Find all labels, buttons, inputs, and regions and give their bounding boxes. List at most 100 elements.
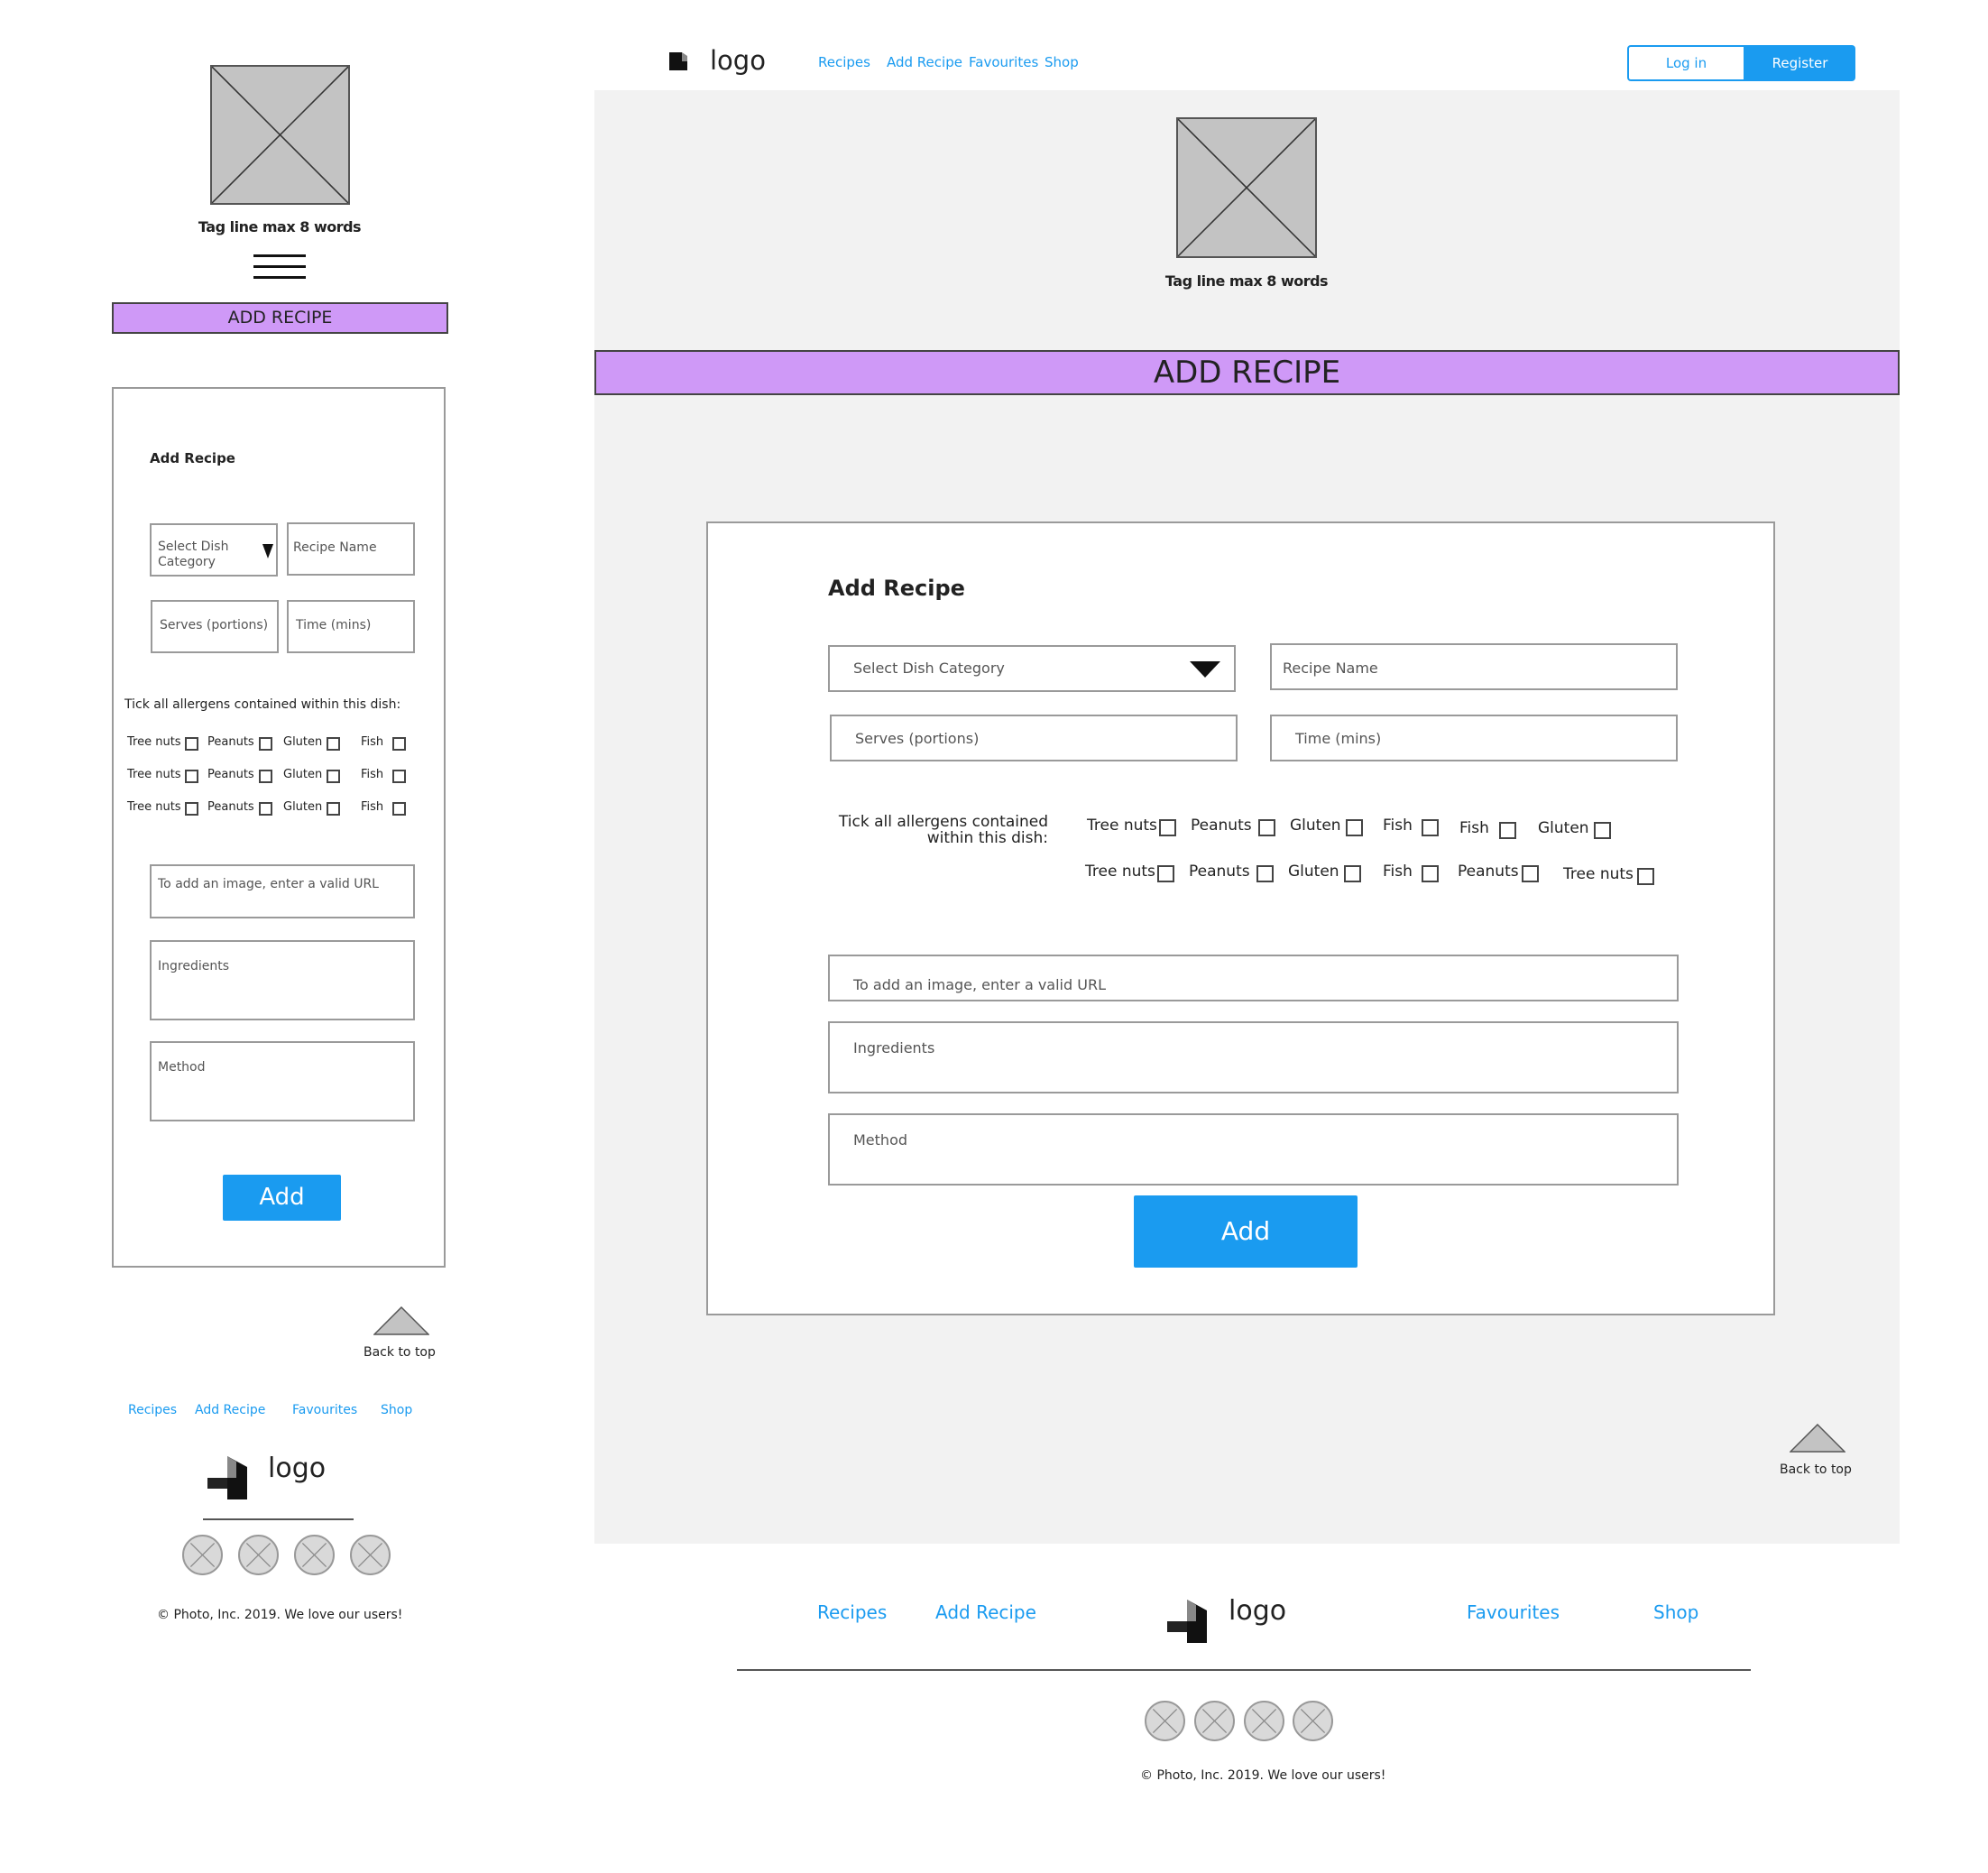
desktop-allergen-checkbox[interactable]	[1344, 865, 1361, 882]
social-icon-1[interactable]	[1145, 1701, 1185, 1741]
mobile-dish-category-select[interactable]: Select Dish Category	[150, 523, 278, 577]
desktop-allergen-checkbox[interactable]	[1258, 819, 1275, 836]
desktop-back-to-top[interactable]: Back to top	[1777, 1424, 1858, 1480]
mobile-serves-input[interactable]: Serves (portions)	[151, 600, 279, 653]
mobile-method-textarea[interactable]: Method	[150, 1041, 415, 1121]
mobile-banner-title: ADD RECIPE	[227, 308, 333, 328]
mobile-time-input[interactable]: Time (mins)	[287, 600, 415, 653]
mobile-ingredients-placeholder: Ingredients	[158, 959, 229, 973]
desktop-allergen-checkbox[interactable]	[1594, 822, 1611, 839]
mobile-allergen-label: Fish	[361, 800, 384, 814]
desktop-image-url-input[interactable]: To add an image, enter a valid URL	[828, 955, 1679, 1001]
social-icon-3[interactable]	[1244, 1701, 1284, 1741]
mobile-back-to-top[interactable]: Back to top	[361, 1306, 442, 1362]
desktop-allergen-label: Peanuts	[1458, 863, 1519, 881]
header-logo-text: logo	[710, 45, 766, 76]
chevron-down-icon	[1190, 661, 1220, 678]
mobile-allergen-label: Gluten	[283, 768, 323, 781]
desktop-tagline: Tag line max 8 words	[1164, 272, 1329, 290]
desktop-footer-link-add-recipe[interactable]: Add Recipe	[935, 1601, 1036, 1623]
desktop-allergen-checkbox[interactable]	[1637, 868, 1654, 885]
mobile-allergen-checkbox[interactable]	[259, 737, 272, 751]
desktop-footer-link-shop[interactable]: Shop	[1653, 1601, 1698, 1623]
mobile-banner: ADD RECIPE	[112, 302, 448, 334]
desktop-add-button[interactable]: Add	[1134, 1195, 1358, 1268]
mobile-serves-placeholder: Serves (portions)	[160, 618, 269, 632]
desktop-banner-title: ADD RECIPE	[1153, 355, 1341, 391]
mobile-recipe-name-input[interactable]: Recipe Name	[287, 522, 415, 576]
mobile-add-button[interactable]: Add	[223, 1175, 341, 1221]
mobile-ingredients-textarea[interactable]: Ingredients	[150, 940, 415, 1020]
mobile-allergen-checkbox[interactable]	[259, 802, 272, 816]
mobile-image-url-input[interactable]: To add an image, enter a valid URL	[150, 864, 415, 918]
desktop-footer-logo-icon	[1167, 1600, 1207, 1643]
nav-link-add-recipe[interactable]: Add Recipe	[887, 54, 962, 70]
desktop-allergen-label: Tree nuts	[1085, 863, 1155, 881]
desktop-allergen-label: Peanuts	[1189, 863, 1250, 881]
mobile-allergen-label: Fish	[361, 735, 384, 749]
mobile-footer-link-add-recipe[interactable]: Add Recipe	[195, 1403, 265, 1417]
mobile-allergen-label: Tree nuts	[127, 768, 181, 781]
nav-link-favourites[interactable]: Favourites	[969, 54, 1038, 70]
desktop-allergen-checkbox[interactable]	[1499, 822, 1516, 839]
nav-link-shop[interactable]: Shop	[1045, 54, 1079, 70]
mobile-allergen-checkbox[interactable]	[392, 802, 406, 816]
desktop-time-placeholder: Time (mins)	[1295, 730, 1382, 747]
mobile-allergen-checkbox[interactable]	[327, 802, 340, 816]
login-button-label: Log in	[1665, 55, 1707, 71]
desktop-method-placeholder: Method	[853, 1131, 908, 1149]
mobile-allergen-label: Gluten	[283, 800, 323, 814]
desktop-add-button-label: Add	[1220, 1216, 1271, 1246]
desktop-allergen-checkbox[interactable]	[1346, 819, 1363, 836]
hamburger-menu-icon[interactable]	[253, 253, 306, 280]
mobile-allergen-checkbox[interactable]	[327, 737, 340, 751]
desktop-footer-link-favourites[interactable]: Favourites	[1467, 1601, 1560, 1623]
desktop-recipe-name-input[interactable]: Recipe Name	[1270, 643, 1678, 690]
social-icon-3[interactable]	[294, 1535, 335, 1575]
up-arrow-icon	[1790, 1424, 1845, 1453]
social-icon-2[interactable]	[1194, 1701, 1235, 1741]
desktop-serves-input[interactable]: Serves (portions)	[830, 715, 1238, 761]
mobile-allergen-label: Gluten	[283, 735, 323, 749]
desktop-allergen-label: Fish	[1383, 863, 1413, 881]
mobile-form-title: Add Recipe	[150, 450, 235, 466]
mobile-allergen-checkbox[interactable]	[392, 737, 406, 751]
desktop-copyright: © Photo, Inc. 2019. We love our users!	[1140, 1768, 1386, 1783]
desktop-allergen-label: Tree nuts	[1087, 817, 1157, 835]
login-button[interactable]: Log in	[1627, 45, 1745, 81]
mobile-footer-link-recipes[interactable]: Recipes	[128, 1403, 177, 1417]
mobile-recipe-name-placeholder: Recipe Name	[293, 540, 377, 555]
desktop-allergen-checkbox[interactable]	[1422, 865, 1439, 882]
mobile-allergen-checkbox[interactable]	[185, 770, 198, 783]
desktop-ingredients-textarea[interactable]: Ingredients	[828, 1021, 1679, 1093]
mobile-allergen-checkbox[interactable]	[185, 737, 198, 751]
desktop-allergen-checkbox[interactable]	[1422, 819, 1439, 836]
mobile-allergen-label: Peanuts	[207, 735, 254, 749]
mobile-allergen-checkbox[interactable]	[392, 770, 406, 783]
mobile-allergen-checkbox[interactable]	[259, 770, 272, 783]
mobile-allergen-checkbox[interactable]	[185, 802, 198, 816]
desktop-allergen-checkbox[interactable]	[1256, 865, 1274, 882]
mobile-method-placeholder: Method	[158, 1060, 206, 1075]
desktop-method-textarea[interactable]: Method	[828, 1113, 1679, 1186]
desktop-time-input[interactable]: Time (mins)	[1270, 715, 1678, 761]
social-icon-4[interactable]	[350, 1535, 391, 1575]
desktop-allergen-label: Gluten	[1288, 863, 1339, 881]
desktop-allergen-checkbox[interactable]	[1157, 865, 1174, 882]
desktop-dish-category-select[interactable]: Select Dish Category	[828, 645, 1236, 692]
register-button[interactable]: Register	[1744, 45, 1855, 81]
desktop-recipe-name-placeholder: Recipe Name	[1283, 660, 1378, 677]
desktop-allergen-label: Tree nuts	[1563, 865, 1634, 883]
desktop-allergen-checkbox[interactable]	[1522, 865, 1539, 882]
up-arrow-icon	[373, 1306, 429, 1335]
nav-link-recipes[interactable]: Recipes	[818, 54, 870, 70]
social-icon-4[interactable]	[1293, 1701, 1333, 1741]
desktop-footer-link-recipes[interactable]: Recipes	[817, 1601, 887, 1623]
social-icon-2[interactable]	[238, 1535, 279, 1575]
mobile-footer-link-shop[interactable]: Shop	[381, 1403, 412, 1417]
chevron-down-icon	[262, 544, 273, 558]
mobile-footer-link-favourites[interactable]: Favourites	[292, 1403, 357, 1417]
social-icon-1[interactable]	[182, 1535, 223, 1575]
mobile-allergen-checkbox[interactable]	[327, 770, 340, 783]
desktop-allergen-checkbox[interactable]	[1159, 819, 1176, 836]
